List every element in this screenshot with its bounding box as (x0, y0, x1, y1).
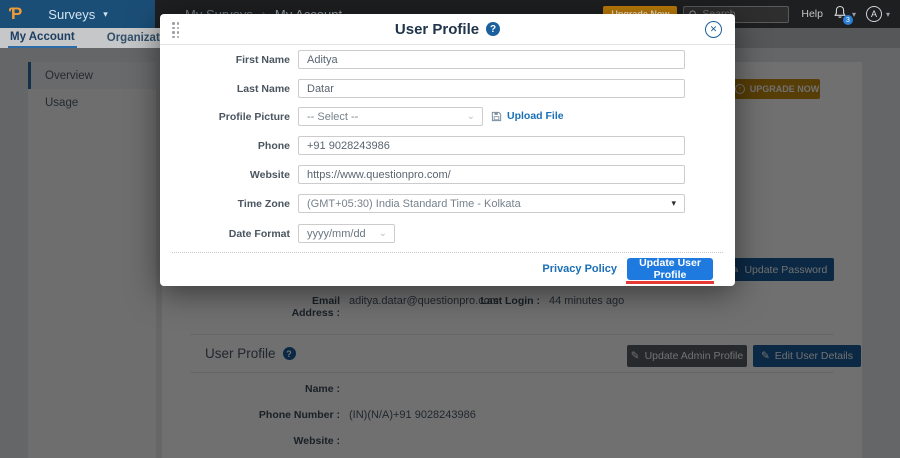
page: Ƥ Surveys ▾ My Surveys › My Account Upgr… (0, 0, 900, 458)
last-name-field[interactable] (298, 79, 685, 98)
phone-label: Phone (160, 140, 290, 152)
help-link[interactable]: Help (801, 8, 823, 20)
upload-file-label: Upload File (507, 110, 564, 122)
modal-title: User Profile ? (395, 21, 500, 38)
annotation-underline (626, 281, 714, 284)
date-format-select[interactable]: yyyy/mm/dd ⌄ (298, 224, 395, 243)
tab-my-account[interactable]: My Account (8, 28, 77, 48)
website-field[interactable] (298, 165, 685, 184)
caret-down-icon: ▾ (103, 9, 108, 20)
time-zone-select-value: (GMT+05:30) India Standard Time - Kolkat… (307, 198, 521, 210)
phone-row: Phone (160, 136, 735, 155)
time-zone-label: Time Zone (160, 198, 290, 210)
notification-count-badge: 3 (843, 15, 853, 25)
profile-picture-select-value: -- Select -- (307, 111, 358, 123)
first-name-field[interactable] (298, 50, 685, 69)
first-name-row: First Name (160, 50, 735, 69)
chevron-down-icon: ⌄ (467, 111, 475, 122)
questionpro-logo-icon: Ƥ (9, 4, 22, 24)
time-zone-row: Time Zone (GMT+05:30) India Standard Tim… (160, 194, 735, 213)
user-profile-modal: User Profile ? ✕ First Name Last Name Pr… (160, 14, 735, 286)
update-user-profile-button[interactable]: Update User Profile (627, 258, 713, 280)
phone-field[interactable] (298, 136, 685, 155)
privacy-policy-link[interactable]: Privacy Policy (542, 263, 617, 275)
product-menu-label: Surveys (48, 7, 95, 22)
upload-file-link[interactable]: Upload File (491, 110, 564, 122)
notifications-button[interactable]: 3 (833, 5, 849, 23)
modal-footer-divider (172, 252, 723, 253)
date-format-label: Date Format (160, 228, 290, 240)
profile-picture-select[interactable]: -- Select -- ⌄ (298, 107, 483, 126)
modal-header: User Profile ? ✕ (160, 14, 735, 45)
date-format-select-value: yyyy/mm/dd (307, 228, 366, 240)
upload-file-icon (491, 111, 502, 122)
website-row-modal: Website (160, 165, 735, 184)
chevron-down-icon: ⌄ (379, 228, 387, 239)
caret-down-icon: ▾ (671, 198, 676, 209)
date-format-row: Date Format yyyy/mm/dd ⌄ (160, 224, 735, 243)
website-label-modal: Website (160, 169, 290, 181)
last-name-label: Last Name (160, 83, 290, 95)
profile-picture-label: Profile Picture (160, 111, 290, 123)
help-icon[interactable]: ? (486, 22, 500, 36)
caret-down-icon[interactable]: ▾ (886, 10, 890, 19)
product-menu[interactable]: Ƥ Surveys ▾ (0, 0, 155, 28)
drag-handle-icon[interactable] (172, 22, 179, 38)
modal-title-text: User Profile (395, 21, 479, 38)
time-zone-select[interactable]: (GMT+05:30) India Standard Time - Kolkat… (298, 194, 685, 213)
close-icon[interactable]: ✕ (705, 21, 722, 38)
profile-picture-row: Profile Picture -- Select -- ⌄ Upload Fi… (160, 107, 735, 126)
last-name-row: Last Name (160, 79, 735, 98)
first-name-label: First Name (160, 54, 290, 66)
avatar[interactable]: A (866, 6, 882, 22)
